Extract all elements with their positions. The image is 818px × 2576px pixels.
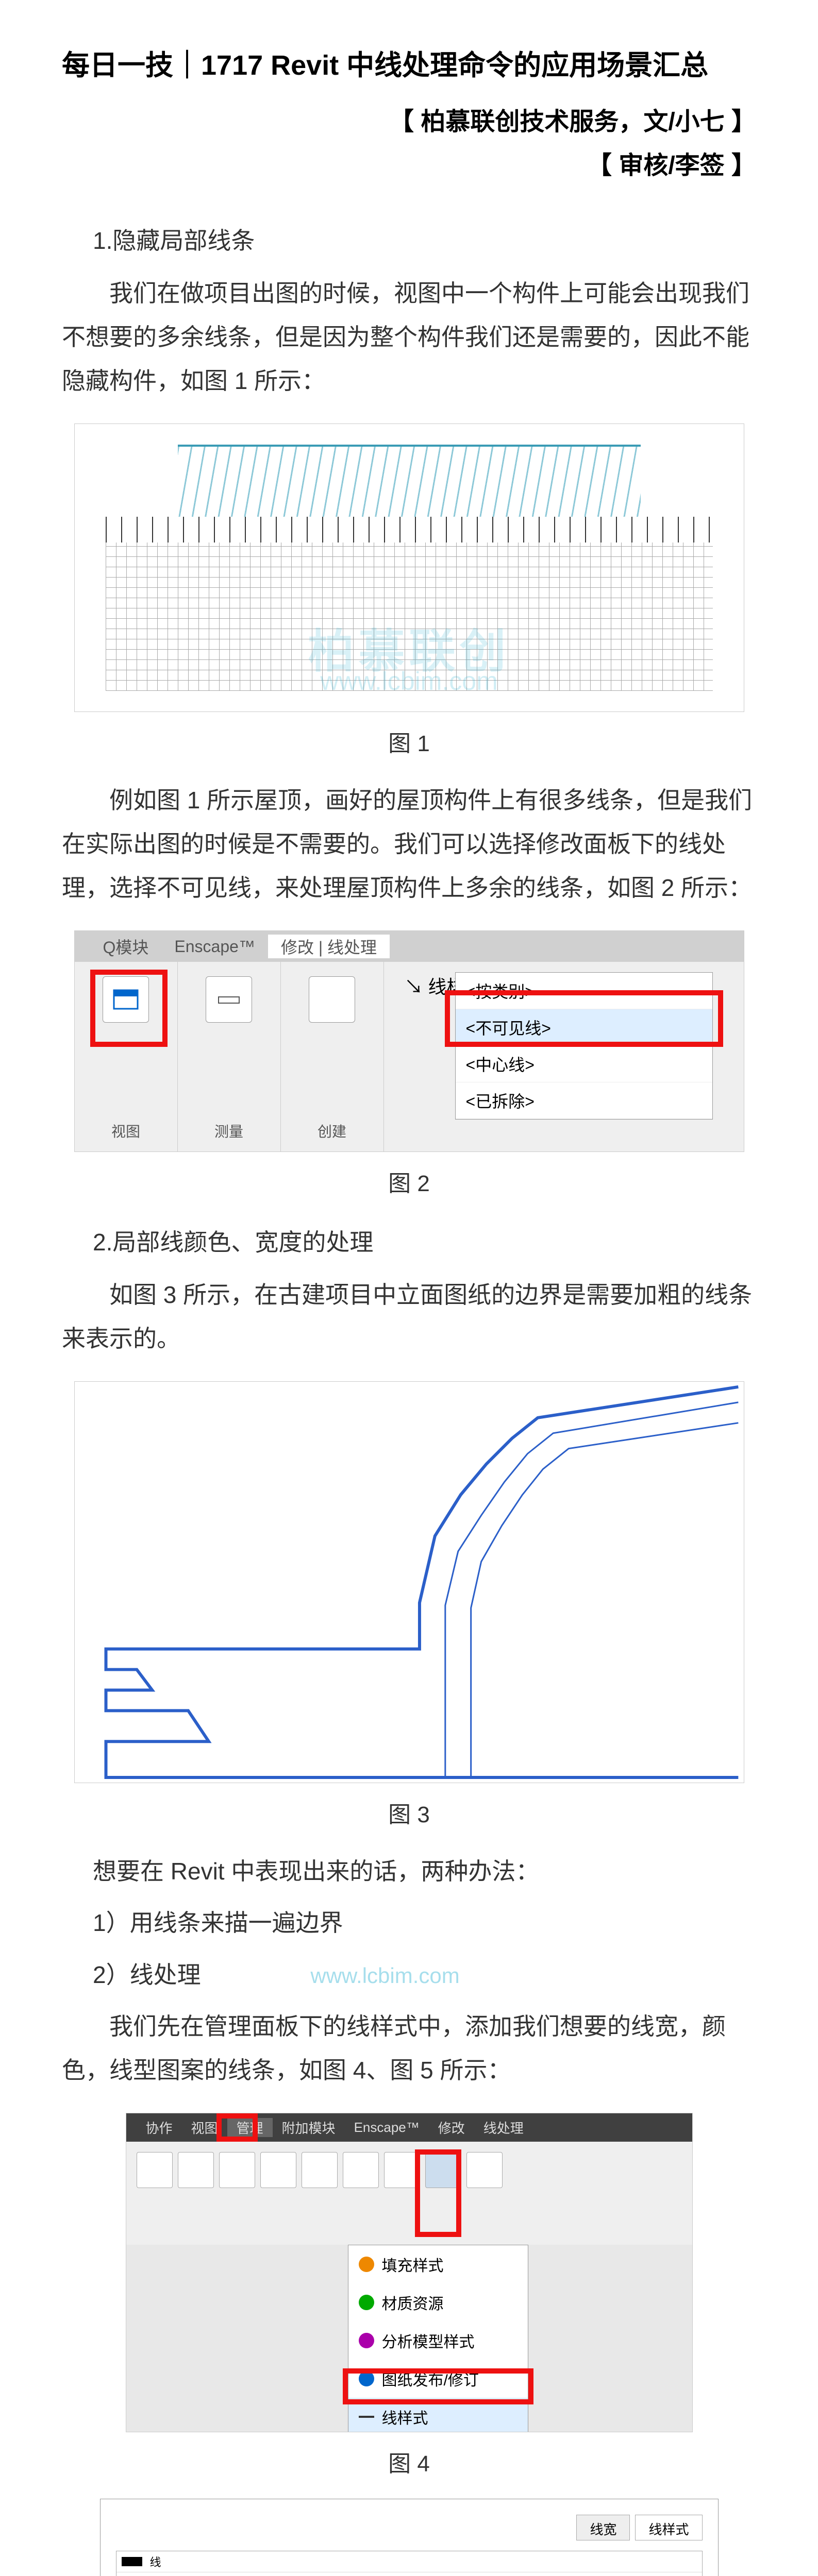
dlg-tab-lineweight[interactable]: 线宽 [576,2515,630,2540]
figure-5: 线宽 线样式 线 DNA_HIDOF 中心线 JZ线 MEP 隐藏 宽线 已拆除… [62,2499,756,2576]
tab-modify-linework[interactable]: 修改 | 线处理 [268,935,390,958]
tab-collab[interactable]: 协作 [137,2118,182,2137]
para-2-2: 想要在 Revit 中表现出来的话，两种办法： [93,1850,756,1893]
inline-watermark: www.lcbim.com [310,1963,459,1988]
tab-addins[interactable]: 附加模块 [273,2118,345,2137]
roof-band [106,517,713,543]
tab-linework4[interactable]: 线处理 [474,2118,533,2137]
opt-1: 1）用线条来描一遍边界 [93,1901,756,1945]
btn-shared[interactable] [302,2152,338,2188]
para-1-2: 例如图 1 所示屋顶，画好的屋顶构件上有很多线条，但是我们在实际出图的时候是不需… [62,778,756,910]
swatch-icon [122,2557,142,2566]
highlight-box-button [90,970,168,1047]
highlight-box-dropdown [445,990,723,1047]
highlight-manage-tab [216,2113,258,2142]
measure-button[interactable] [206,976,252,1023]
linestyle-list[interactable]: 线 DNA_HIDOF 中心线 JZ线 MEP 隐藏 宽线 已拆除 房间边界 架… [116,2551,703,2576]
create-button[interactable] [309,976,355,1023]
panel-measure-label: 测量 [214,1121,243,1141]
fig2-image: Q模块 Enscape™ 修改 | 线处理 视图 测量 创建 ↘ 线样式: <按… [74,930,744,1152]
opt-2-text: 2）线处理 [93,1961,201,1988]
ribbon4-body [126,2142,692,2245]
para-2-1: 如图 3 所示，在古建项目中立面图纸的边界是需要加粗的线条来表示的。 [62,1273,756,1361]
ribbon-tabs: Q模块 Enscape™ 修改 | 线处理 [75,931,744,962]
btn-snap[interactable] [219,2152,255,2188]
btn-projinfo[interactable] [260,2152,296,2188]
fig3-image [74,1381,744,1783]
figure-1: 柏慕联创 www.lcbim.com 图 1 [62,423,756,758]
menu-linestyle-label: 线样式 [382,2405,428,2428]
figure-3: 图 3 [62,1381,756,1829]
menu-analysis[interactable]: 分析模型样式 [348,2321,528,2360]
list-row: DNA_HIDOF [116,2572,702,2576]
review-line: 【 审核/李签 】 [62,145,756,181]
menu-fill[interactable]: 填充样式 [348,2245,528,2283]
figure-2: Q模块 Enscape™ 修改 | 线处理 视图 测量 创建 ↘ 线样式: <按… [62,930,756,1198]
dialog-tabs: 线宽 线样式 [116,2515,703,2540]
tab-qmodule[interactable]: Q模块 [90,935,162,958]
dd-demolished[interactable]: <已拆除> [456,1082,712,1119]
btn-mep[interactable] [343,2152,379,2188]
fig4-caption: 图 4 [388,2445,430,2478]
fig1-image: 柏慕联创 www.lcbim.com [74,423,744,712]
panel-view-label: 视图 [111,1121,140,1141]
btn-material[interactable] [137,2152,173,2188]
para-1-1: 我们在做项目出图的时候，视图中一个构件上可能会出现我们不想要的多余线条，但是因为… [62,272,756,403]
matres-icon [359,2295,374,2310]
ribbon4-tabs: 协作 视图 管理 附加模块 Enscape™ 修改 线处理 [126,2113,692,2142]
row-label: 线 [150,2553,161,2570]
menu-matres[interactable]: 材质资源 [348,2283,528,2321]
panel-create-label: 创建 [318,1121,346,1141]
fig3-caption: 图 3 [388,1796,430,1829]
fig4-image: 协作 视图 管理 附加模块 Enscape™ 修改 线处理 填充样 [126,2113,693,2432]
para-2-3: 我们先在管理面板下的线样式中，添加我们想要的线宽，颜色，线型图案的线条，如图 4… [62,2005,756,2092]
section-1-heading: 1.隐藏局部线条 [93,222,756,256]
panel-create: 创建 [281,962,384,1151]
roof-hatch [178,445,641,517]
list-row: 线 [116,2551,702,2572]
fig5-image: 线宽 线样式 线 DNA_HIDOF 中心线 JZ线 MEP 隐藏 宽线 已拆除… [100,2499,719,2576]
profile-svg [75,1382,744,1783]
menu-matres-label: 材质资源 [382,2291,444,2314]
byline: 【 柏慕联创技术服务，文/小七 】 [62,101,756,137]
dlg-tab-linestyle[interactable]: 线样式 [635,2515,702,2540]
tab-enscape4[interactable]: Enscape™ [345,2120,429,2136]
section-2-heading: 2.局部线颜色、宽度的处理 [93,1224,756,1258]
document-root: 每日一技｜1717 Revit 中线处理命令的应用场景汇总 【 柏慕联创技术服务… [0,0,818,2576]
panel-measure: 测量 [178,962,281,1151]
figure-4: 协作 视图 管理 附加模块 Enscape™ 修改 线处理 填充样 [62,2113,756,2478]
tab-enscape[interactable]: Enscape™ [161,937,268,956]
highlight-linestyle-menu [343,2368,533,2404]
roof-grid [106,543,713,691]
menu-fill-label: 填充样式 [382,2253,444,2276]
menu-analysis-label: 分析模型样式 [382,2329,475,2352]
ribbon4-buttons [134,2149,685,2237]
btn-objstyle[interactable] [178,2152,214,2188]
dd-centerline[interactable]: <中心线> [456,1046,712,1082]
highlight-other-btn [415,2149,461,2237]
fill-icon [359,2257,374,2272]
analysis-icon [359,2333,374,2348]
btn-location[interactable] [466,2152,503,2188]
linestyle-icon [359,2416,374,2418]
fig2-caption: 图 2 [388,1165,430,1198]
page-title: 每日一技｜1717 Revit 中线处理命令的应用场景汇总 [62,46,756,86]
tab-modify4[interactable]: 修改 [429,2118,474,2137]
fig1-caption: 图 1 [388,725,430,758]
opt-2: 2）线处理 www.lcbim.com [93,1953,756,1997]
ruler-icon [216,989,242,1010]
